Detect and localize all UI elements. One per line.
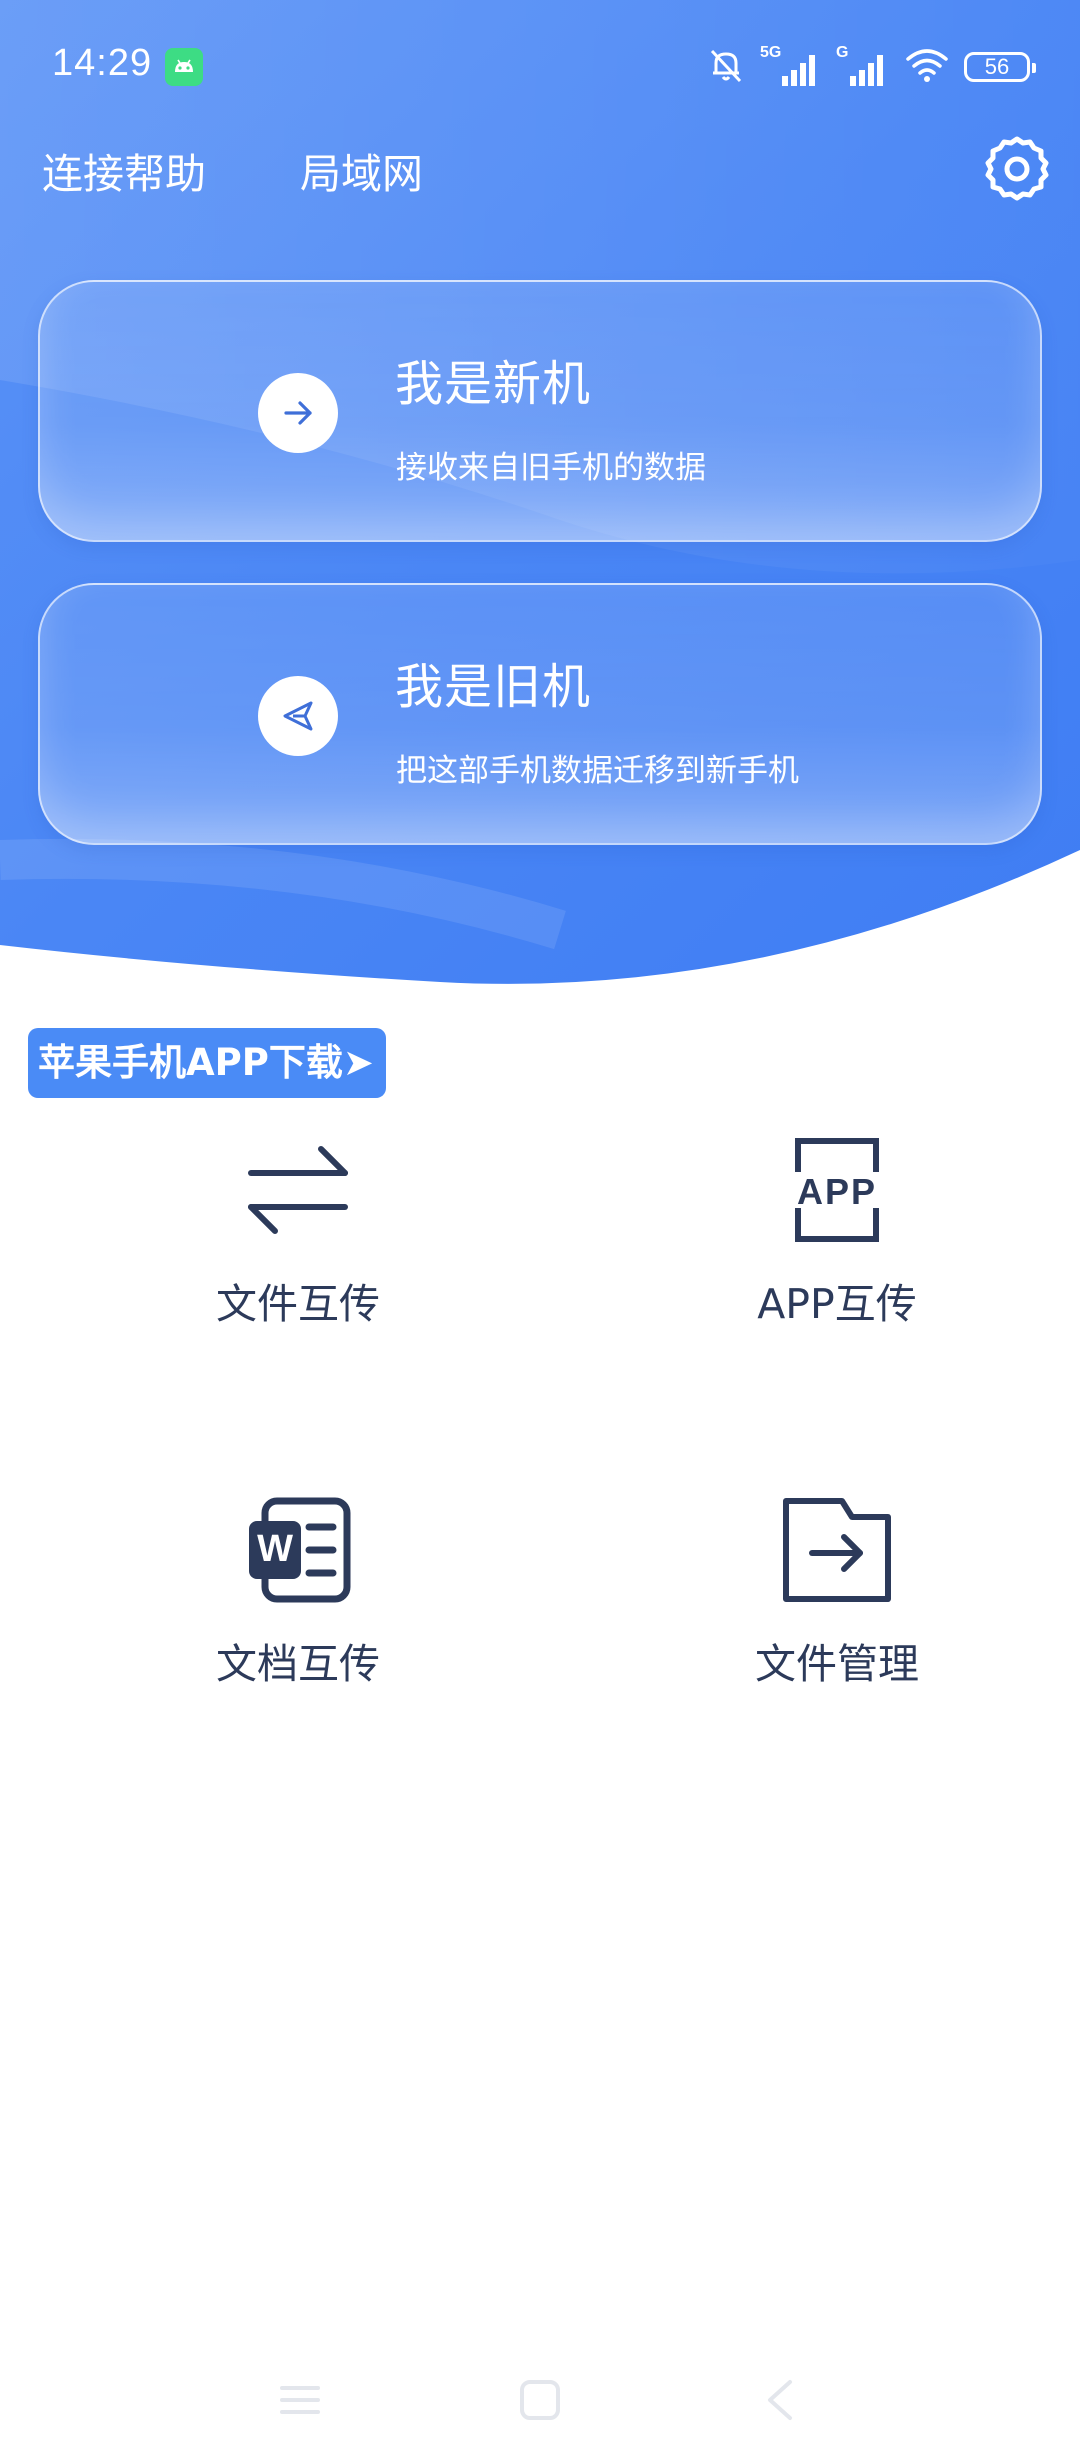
- menu-icon[interactable]: [270, 2370, 330, 2430]
- document-transfer-button[interactable]: W 文档互传: [118, 1485, 478, 1705]
- old-phone-card[interactable]: 我是旧机 把这部手机数据迁移到新手机: [38, 583, 1042, 845]
- back-icon[interactable]: [750, 2370, 810, 2430]
- old-phone-title: 我是旧机: [395, 659, 592, 715]
- system-nav-bar: [0, 2360, 1080, 2440]
- app-box-icon: APP: [782, 1135, 892, 1245]
- signal-g-icon: G: [836, 44, 890, 88]
- swap-arrows-icon: [243, 1135, 353, 1245]
- wifi-icon: [904, 45, 950, 89]
- new-phone-card[interactable]: 我是新机 接收来自旧手机的数据: [38, 280, 1042, 542]
- send-icon: [258, 676, 338, 756]
- home-icon[interactable]: [510, 2370, 570, 2430]
- battery-icon: 56: [964, 52, 1036, 82]
- file-manager-button[interactable]: 文件管理: [657, 1485, 1017, 1705]
- file-manager-label: 文件管理: [755, 1640, 919, 1688]
- app-transfer-label: APP互传: [757, 1280, 917, 1328]
- bell-off-icon: [706, 45, 746, 89]
- lan-link[interactable]: 局域网: [300, 140, 423, 200]
- settings-gear-icon[interactable]: [982, 134, 1052, 204]
- app-screen: 14:29 5G G 56 连接帮助 局域网 我是新机 接收来自旧手机的数据 我…: [0, 0, 1080, 2460]
- top-nav: 连接帮助 局域网: [0, 130, 1080, 220]
- android-icon: [165, 48, 203, 86]
- new-phone-subtitle: 接收来自旧手机的数据: [396, 450, 706, 486]
- document-transfer-label: 文档互传: [216, 1640, 380, 1688]
- word-doc-icon: W: [243, 1495, 353, 1605]
- signal-5g-icon: 5G: [760, 44, 822, 88]
- new-phone-title: 我是新机: [395, 356, 592, 412]
- status-time: 14:29: [52, 42, 153, 84]
- old-phone-subtitle: 把这部手机数据迁移到新手机: [396, 753, 799, 789]
- ios-app-download-button[interactable]: 苹果手机APP下载➤: [28, 1028, 386, 1098]
- arrow-right-icon: [258, 373, 338, 453]
- status-bar: 14:29 5G G 56: [0, 0, 1080, 140]
- app-transfer-button[interactable]: APP APP互传: [657, 1125, 1017, 1345]
- battery-level: 56: [984, 54, 1010, 79]
- file-transfer-button[interactable]: 文件互传: [118, 1125, 478, 1345]
- doc-icon-text: W: [257, 1528, 293, 1570]
- file-transfer-label: 文件互传: [216, 1280, 380, 1328]
- folder-export-icon: [782, 1495, 892, 1605]
- status-icons: 5G G 56: [706, 44, 1036, 90]
- app-icon-text: APP: [796, 1171, 878, 1212]
- connection-help-link[interactable]: 连接帮助: [42, 140, 206, 200]
